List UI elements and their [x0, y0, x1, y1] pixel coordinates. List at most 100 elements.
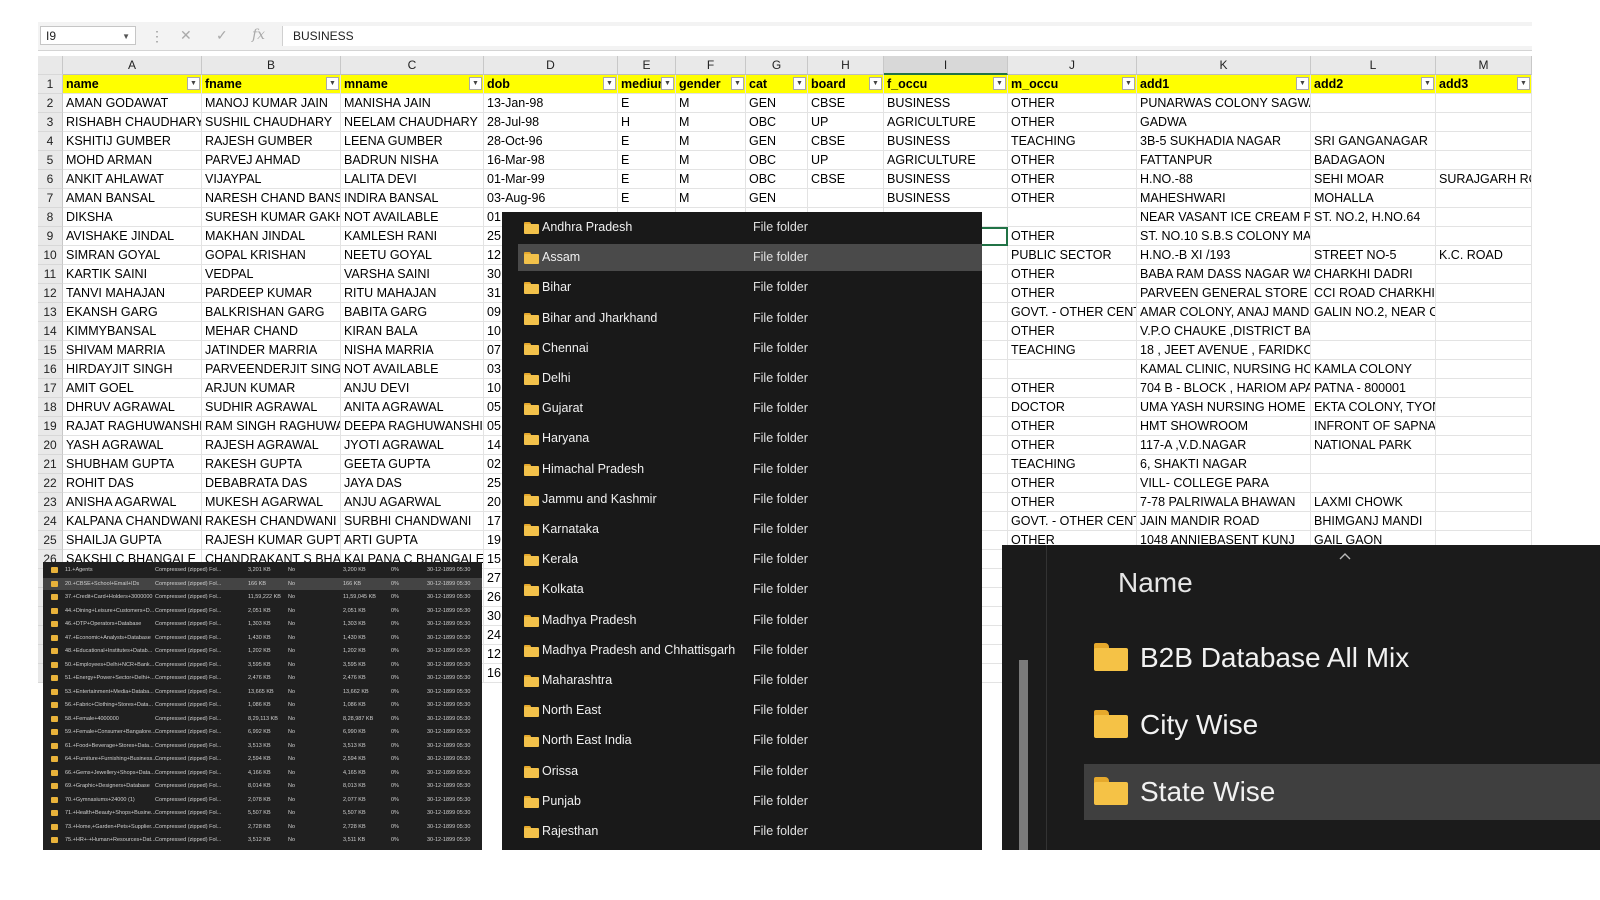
table-cell[interactable]: SURAJGARH RO [1436, 170, 1532, 189]
table-cell[interactable]: RAJESH GUMBER [202, 132, 341, 151]
header-cell-cat[interactable]: cat ▼ [746, 75, 808, 94]
row-number[interactable]: 12 [38, 284, 63, 303]
column-letter-j[interactable]: J [1008, 56, 1137, 75]
folder-row[interactable]: Maharashtra File folder [518, 667, 982, 694]
table-cell[interactable]: NATIONAL PARK [1311, 436, 1436, 455]
folder-row[interactable]: Himachal Pradesh File folder [518, 456, 982, 483]
table-cell[interactable]: OTHER [1008, 322, 1137, 341]
row-number[interactable]: 4 [38, 132, 63, 151]
folder-row[interactable]: Punjab File folder [518, 788, 982, 815]
folder-row[interactable]: Karnataka File folder [518, 516, 982, 543]
table-cell[interactable]: BUSINESS [884, 94, 1008, 113]
table-cell[interactable]: 704 B - BLOCK , HARIOM APA [1137, 379, 1311, 398]
table-cell[interactable]: TANVI MAHAJAN [63, 284, 202, 303]
table-cell[interactable]: SHIVAM MARRIA [63, 341, 202, 360]
table-cell[interactable]: MOHALLA [1311, 189, 1436, 208]
table-cell[interactable]: MOHD ARMAN [63, 151, 202, 170]
table-cell[interactable]: 28-Jul-98 [484, 113, 618, 132]
folder-city-wise[interactable]: City Wise [1084, 697, 1600, 753]
column-letter-d[interactable]: D [484, 56, 618, 75]
row-number[interactable]: 9 [38, 227, 63, 246]
table-cell[interactable]: BABITA GARG [341, 303, 484, 322]
row-number[interactable]: 14 [38, 322, 63, 341]
table-cell[interactable]: AMIT GOEL [63, 379, 202, 398]
table-cell[interactable]: E [618, 170, 676, 189]
table-cell[interactable] [1436, 208, 1532, 227]
table-cell[interactable] [1436, 265, 1532, 284]
list-item[interactable]: 59.+Female+Consumer+Bangalore... Compress… [43, 726, 482, 738]
table-cell[interactable]: H.NO.-88 [1137, 170, 1311, 189]
table-cell[interactable]: PATNA - 800001 [1311, 379, 1436, 398]
table-cell[interactable]: 18 , JEET AVENUE , FARIDKOT [1137, 341, 1311, 360]
table-cell[interactable]: SHAILJA GUPTA [63, 531, 202, 550]
filter-dropdown-icon[interactable]: ▼ [187, 77, 200, 90]
column-letter-m[interactable]: M [1436, 56, 1532, 75]
table-cell[interactable]: OBC [746, 113, 808, 132]
table-cell[interactable] [1436, 417, 1532, 436]
table-cell[interactable]: SIMRAN GOYAL [63, 246, 202, 265]
table-cell[interactable] [808, 189, 884, 208]
table-cell[interactable]: V.P.O CHAUKE ,DISTRICT BAT [1137, 322, 1311, 341]
table-cell[interactable]: M [676, 132, 746, 151]
filter-dropdown-icon[interactable]: ▼ [661, 77, 674, 90]
header-cell-f-occu[interactable]: f_occu ▼ [884, 75, 1008, 94]
row-number[interactable]: 18 [38, 398, 63, 417]
folder-row[interactable]: Orissa File folder [518, 758, 982, 785]
table-cell[interactable] [1436, 474, 1532, 493]
table-cell[interactable]: OTHER [1008, 284, 1137, 303]
row-number[interactable]: 21 [38, 455, 63, 474]
table-cell[interactable]: UMA YASH NURSING HOME [1137, 398, 1311, 417]
row-number[interactable]: 23 [38, 493, 63, 512]
table-cell[interactable]: PARDEEP KUMAR [202, 284, 341, 303]
table-cell[interactable]: 13-Jan-98 [484, 94, 618, 113]
folder-row[interactable]: North East India File folder [518, 727, 982, 754]
table-cell[interactable]: OTHER [1008, 151, 1137, 170]
table-cell[interactable]: BADAGAON [1311, 151, 1436, 170]
table-cell[interactable]: OBC [746, 151, 808, 170]
header-cell-mname[interactable]: mname ▼ [341, 75, 484, 94]
table-cell[interactable]: H.NO.-B XI /193 [1137, 246, 1311, 265]
filter-dropdown-icon[interactable]: ▼ [793, 77, 806, 90]
table-cell[interactable]: AVISHAKE JINDAL [63, 227, 202, 246]
table-cell[interactable] [1436, 322, 1532, 341]
table-cell[interactable]: SHUBHAM GUPTA [63, 455, 202, 474]
table-cell[interactable]: ANJU DEVI [341, 379, 484, 398]
list-item[interactable]: 44.+Dining+Leisure+Customers+D... Compres… [43, 605, 482, 617]
table-cell[interactable]: GEN [746, 189, 808, 208]
table-cell[interactable]: TEACHING [1008, 341, 1137, 360]
table-cell[interactable] [1311, 341, 1436, 360]
table-cell[interactable]: YASH AGRAWAL [63, 436, 202, 455]
table-cell[interactable]: JAYA DAS [341, 474, 484, 493]
row-number[interactable]: 11 [38, 265, 63, 284]
table-cell[interactable]: KAMLA COLONY [1311, 360, 1436, 379]
table-cell[interactable] [1311, 227, 1436, 246]
table-cell[interactable]: OTHER [1008, 265, 1137, 284]
column-letter-l[interactable]: L [1311, 56, 1436, 75]
table-cell[interactable]: NOT AVAILABLE [341, 208, 484, 227]
table-cell[interactable]: BHIMGANJ MANDI [1311, 512, 1436, 531]
table-cell[interactable]: M [676, 151, 746, 170]
table-cell[interactable]: KIMMYBANSAL [63, 322, 202, 341]
table-cell[interactable]: INDIRA BANSAL [341, 189, 484, 208]
table-cell[interactable]: CBSE [808, 94, 884, 113]
table-cell[interactable]: SEHI MOAR [1311, 170, 1436, 189]
header-cell-add3[interactable]: add3 ▼ [1436, 75, 1532, 94]
table-cell[interactable]: EKTA COLONY, TYON [1311, 398, 1436, 417]
table-cell[interactable]: MAKHAN JINDAL [202, 227, 341, 246]
table-cell[interactable]: INFRONT OF SAPNA F [1311, 417, 1436, 436]
table-cell[interactable]: BALKRISHAN GARG [202, 303, 341, 322]
folder-row[interactable]: Kolkata File folder [518, 576, 982, 603]
table-cell[interactable] [1436, 227, 1532, 246]
select-all-corner[interactable] [38, 56, 63, 75]
table-cell[interactable]: ANITA AGRAWAL [341, 398, 484, 417]
folder-state-wise[interactable]: State Wise [1084, 764, 1600, 820]
table-cell[interactable]: PARVEENDERJIT SINGH [202, 360, 341, 379]
filter-dropdown-icon[interactable]: ▼ [326, 77, 339, 90]
folder-row[interactable]: Haryana File folder [518, 425, 982, 452]
table-cell[interactable]: NEETU GOYAL [341, 246, 484, 265]
table-cell[interactable]: DEEPA RAGHUWANSHI [341, 417, 484, 436]
table-cell[interactable]: ARJUN KUMAR [202, 379, 341, 398]
table-cell[interactable]: DEBABRATA DAS [202, 474, 341, 493]
row-number[interactable]: 7 [38, 189, 63, 208]
table-cell[interactable]: SUDHIR AGRAWAL [202, 398, 341, 417]
